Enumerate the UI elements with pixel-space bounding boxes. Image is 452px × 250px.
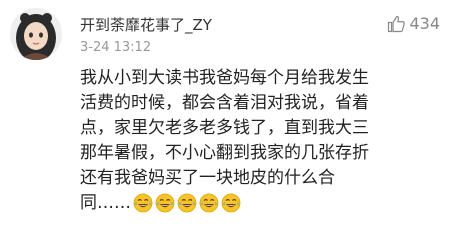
comment-line: 活费的时候，都会含着泪对我说，省着 [80,93,369,113]
laughing-crying-emoji [221,193,241,213]
timestamp: 3-24 13:12 [80,40,152,55]
thumbs-up-icon [387,15,406,33]
comment-line: 还有我爸妈买了一块地皮的什么合 [80,168,335,188]
comment-text: 我从小到大读书我爸妈每个月给我发生 活费的时候，都会含着泪对我说，省着 点，家里… [80,66,440,216]
laughing-crying-emoji [133,193,153,213]
like-count: 434 [409,14,440,33]
comment-last-line: 同…… [80,191,440,216]
comment-line: 点，家里欠老多老多钱了，直到我大三 [80,118,369,138]
emoji-row [131,193,241,213]
avatar-image [10,8,62,60]
username[interactable]: 开到荼靡花事了_ZY [80,14,212,35]
comment-card: 开到荼靡花事了_ZY 3-24 13:12 434 我从小到大读书我爸妈每个月给… [0,0,452,250]
laughing-crying-emoji [199,193,219,213]
avatar[interactable] [10,8,62,60]
comment-line: 同…… [80,193,131,213]
comment-line: 那年暑假，不小心翻到我家的几张存折 [80,143,369,163]
laughing-crying-emoji [177,193,197,213]
like-button[interactable]: 434 [387,14,440,33]
laughing-crying-emoji [155,193,175,213]
comment-line: 我从小到大读书我爸妈每个月给我发生 [80,68,369,88]
